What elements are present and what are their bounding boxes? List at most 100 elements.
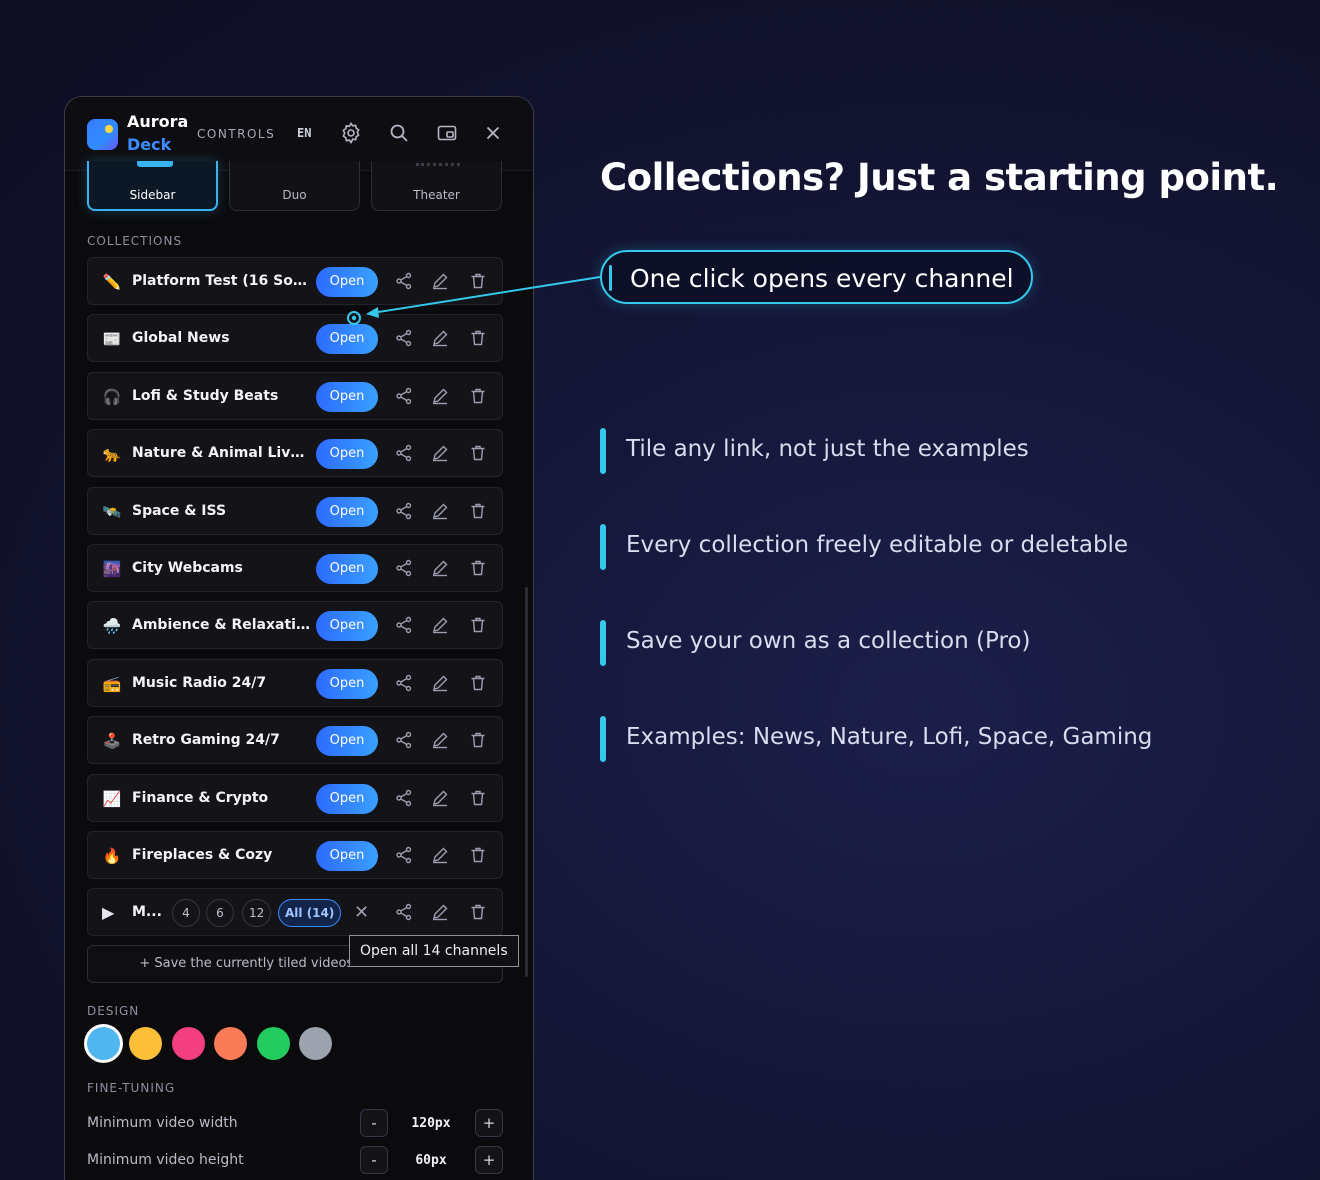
bullet-accent bbox=[600, 428, 606, 474]
channel-count-pill[interactable]: 12 bbox=[242, 899, 272, 928]
share-icon[interactable] bbox=[394, 443, 414, 463]
trash-icon[interactable] bbox=[468, 673, 488, 693]
trash-icon[interactable] bbox=[468, 730, 488, 750]
open-collection-button[interactable]: Open bbox=[316, 611, 378, 642]
min-width-increment-button[interactable]: + bbox=[475, 1109, 503, 1137]
share-icon[interactable] bbox=[394, 271, 414, 291]
channel-count-pill[interactable]: 6 bbox=[206, 899, 234, 928]
collection-row[interactable]: 🔥 Fireplaces & Cozy Open bbox=[87, 831, 503, 879]
edit-icon[interactable] bbox=[430, 271, 450, 291]
collection-icon: ✏️ bbox=[102, 273, 122, 291]
trash-icon[interactable] bbox=[468, 558, 488, 578]
trash-icon[interactable] bbox=[468, 386, 488, 406]
trash-icon[interactable] bbox=[468, 902, 488, 922]
share-icon[interactable] bbox=[394, 328, 414, 348]
share-icon[interactable] bbox=[394, 788, 414, 808]
close-icon[interactable]: ✕ bbox=[354, 901, 369, 925]
open-collection-button[interactable]: Open bbox=[316, 439, 378, 470]
sidebar-layout-icon bbox=[137, 161, 173, 167]
fine-tuning-section-label: FINE-TUNING bbox=[87, 1081, 176, 1095]
collection-icon: 🐆 bbox=[102, 445, 122, 464]
channel-count-pill[interactable]: 4 bbox=[172, 899, 200, 928]
edit-icon[interactable] bbox=[430, 443, 450, 463]
picture-in-picture-icon[interactable] bbox=[435, 121, 459, 145]
open-collection-button[interactable]: Open bbox=[316, 841, 378, 871]
min-height-increment-button[interactable]: + bbox=[475, 1146, 503, 1174]
share-icon[interactable] bbox=[394, 615, 414, 635]
headline: Collections? Just a starting point. bbox=[600, 156, 1279, 199]
open-collection-button[interactable]: Open bbox=[316, 381, 378, 412]
edit-icon[interactable] bbox=[430, 615, 450, 635]
close-icon[interactable] bbox=[481, 121, 505, 145]
tab-theater[interactable]: Theater bbox=[371, 161, 502, 211]
share-icon[interactable] bbox=[394, 902, 414, 922]
color-swatch[interactable] bbox=[129, 1027, 163, 1060]
collection-row[interactable]: 🎧 Lofi & Study Beats Open bbox=[87, 371, 503, 420]
trash-icon[interactable] bbox=[468, 845, 488, 865]
collection-row[interactable]: 🛰️ Space & ISS Open bbox=[87, 486, 503, 535]
collection-icon: 📈 bbox=[102, 789, 122, 808]
collection-row[interactable]: 🕹️ Retro Gaming 24/7 Open bbox=[87, 716, 503, 765]
trash-icon[interactable] bbox=[468, 788, 488, 808]
edit-icon[interactable] bbox=[430, 788, 450, 808]
min-width-label: Minimum video width bbox=[87, 1115, 238, 1131]
mix-collection-row[interactable]: ▶ M... 4 6 12 All (14) ✕ bbox=[87, 888, 503, 937]
open-collection-button[interactable]: Open bbox=[316, 324, 378, 355]
edit-icon[interactable] bbox=[430, 673, 450, 693]
trash-icon[interactable] bbox=[468, 615, 488, 635]
collection-row[interactable]: 🌧️ Ambience & Relaxation Open bbox=[87, 601, 503, 650]
all-channels-pill[interactable]: All (14) bbox=[278, 899, 342, 928]
open-collection-button[interactable]: Open bbox=[316, 726, 378, 757]
play-icon[interactable]: ▶ bbox=[102, 903, 122, 923]
color-swatch[interactable] bbox=[171, 1027, 205, 1060]
open-collection-button[interactable]: Open bbox=[316, 668, 378, 699]
color-swatch[interactable] bbox=[214, 1027, 248, 1060]
edit-icon[interactable] bbox=[430, 845, 450, 865]
trash-icon[interactable] bbox=[468, 271, 488, 291]
edit-icon[interactable] bbox=[430, 501, 450, 521]
min-width-decrement-button[interactable]: - bbox=[360, 1109, 388, 1137]
edit-icon[interactable] bbox=[430, 730, 450, 750]
search-icon[interactable] bbox=[387, 121, 411, 145]
collection-row[interactable]: 🐆 Nature & Animal Live C... Open bbox=[87, 429, 503, 478]
collection-row[interactable]: 🌆 City Webcams Open bbox=[87, 544, 503, 592]
tab-duo[interactable]: Duo bbox=[229, 161, 360, 211]
share-icon[interactable] bbox=[394, 386, 414, 406]
panel-header: Aurora Deck CONTROLS EN bbox=[65, 97, 533, 171]
controls-label: CONTROLS bbox=[197, 127, 276, 141]
gear-icon[interactable] bbox=[339, 121, 363, 145]
bullet-accent bbox=[600, 620, 606, 666]
open-collection-button[interactable]: Open bbox=[316, 554, 378, 584]
collection-row[interactable]: 📈 Finance & Crypto Open bbox=[87, 773, 503, 822]
share-icon[interactable] bbox=[394, 558, 414, 578]
share-icon[interactable] bbox=[394, 501, 414, 521]
color-swatch[interactable] bbox=[256, 1027, 290, 1060]
edit-icon[interactable] bbox=[430, 386, 450, 406]
design-section-label: DESIGN bbox=[87, 1004, 140, 1018]
collection-row[interactable]: ✏️ Platform Test (16 Sourc...Open bbox=[87, 257, 503, 305]
collection-row[interactable]: 📰 Global News Open bbox=[87, 314, 503, 363]
collection-name: Lofi & Study Beats bbox=[132, 387, 279, 404]
share-icon[interactable] bbox=[394, 730, 414, 750]
tab-sidebar[interactable]: Sidebar bbox=[87, 161, 218, 211]
trash-icon[interactable] bbox=[468, 501, 488, 521]
open-collection-button[interactable]: Open bbox=[316, 267, 378, 297]
edit-icon[interactable] bbox=[430, 902, 450, 922]
trash-icon[interactable] bbox=[468, 443, 488, 463]
share-icon[interactable] bbox=[394, 673, 414, 693]
open-collection-button[interactable]: Open bbox=[316, 496, 378, 527]
trash-icon[interactable] bbox=[468, 328, 488, 348]
edit-icon[interactable] bbox=[430, 328, 450, 348]
share-icon[interactable] bbox=[394, 845, 414, 865]
edit-icon[interactable] bbox=[430, 558, 450, 578]
scrollbar[interactable] bbox=[525, 587, 528, 977]
collection-name: City Webcams bbox=[132, 560, 243, 576]
language-toggle[interactable]: EN bbox=[297, 126, 311, 140]
collection-icon: 🌧️ bbox=[102, 617, 122, 636]
min-height-decrement-button[interactable]: - bbox=[360, 1146, 388, 1174]
brand-name-top: Aurora bbox=[127, 112, 189, 131]
color-swatch[interactable] bbox=[87, 1027, 120, 1060]
collection-row[interactable]: 📻 Music Radio 24/7 Open bbox=[87, 658, 503, 707]
open-collection-button[interactable]: Open bbox=[316, 783, 378, 814]
color-swatch[interactable] bbox=[299, 1027, 332, 1060]
